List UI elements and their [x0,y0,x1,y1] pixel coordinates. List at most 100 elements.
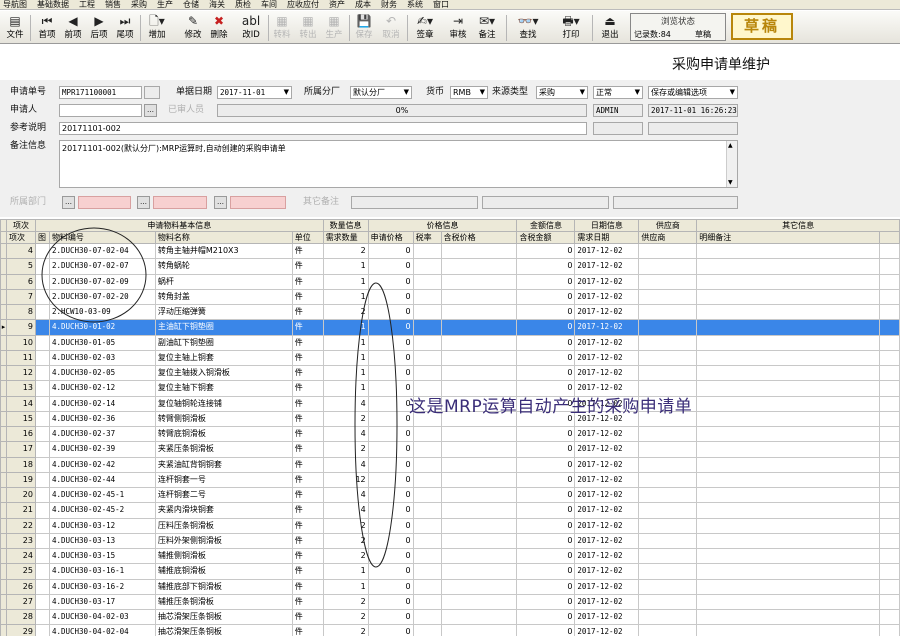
cell-image[interactable] [34,364,50,382]
cell-tax-price[interactable] [440,563,518,580]
table-row[interactable]: 12 4.DUCH30-02-05 复位主轴拨入铜滑板件 1 0 0 2017-12-02 [0,364,900,382]
cell-tax[interactable] [412,532,442,550]
cell-blank[interactable] [878,441,900,458]
cell-supplier[interactable] [638,258,698,275]
cell-material-code[interactable]: 4.DUCH30-02-42 [48,456,156,473]
table-row[interactable]: 22 4.DUCH30-03-12 压料压条铜滑板件 2 0 0 2017-12-02 [0,517,900,534]
cell-image[interactable] [34,578,50,595]
cell-unit[interactable]: 件 [291,502,324,519]
dept-picker-button-3[interactable]: … [214,196,227,209]
cell-qty[interactable]: 2 [322,517,369,534]
cell-date[interactable]: 2017-12-02 [574,532,640,550]
cell-date[interactable]: 2017-12-02 [574,578,640,595]
cell-unit[interactable]: 件 [291,456,324,473]
cell-supplier[interactable] [638,334,698,351]
cell-date[interactable]: 2017-12-02 [574,547,640,565]
cell-price[interactable]: 0 [367,578,414,595]
file-button[interactable]: ▤ 文件 [2,13,28,43]
other-field-2[interactable] [482,196,609,209]
cell-tax-price[interactable] [440,608,518,626]
cell-unit[interactable]: 件 [291,486,324,504]
cell-image[interactable] [34,547,50,565]
cell-blank[interactable] [878,242,900,260]
cell-price[interactable]: 0 [367,471,414,489]
col-header-date[interactable]: 需求日期 [574,231,640,244]
cell-amount[interactable]: 0 [516,334,576,351]
menu-item[interactable]: 仓储 [180,0,206,9]
remark-textarea[interactable]: 20171101-002(默认分厂):MRP运算时,自动创建的采购申请单 ▲ ▼ [59,140,738,188]
cell-date[interactable]: 2017-12-02 [574,334,640,351]
cell-tax[interactable] [412,486,442,504]
cell-unit[interactable]: 件 [291,578,324,595]
cell-blank[interactable] [878,334,900,351]
table-row[interactable]: 24 4.DUCH30-03-15 辅推侧铜滑板件 2 0 0 2017-12-02 [0,547,900,565]
table-row[interactable]: 23 4.DUCH30-03-13 压料外架侧铜滑板件 2 0 0 2017-12-02 [0,532,900,550]
menu-item[interactable]: 窗口 [430,0,456,9]
last-button[interactable]: ⏭ 尾项 [112,13,138,43]
cancel-button[interactable]: ↶ 取消 [378,13,404,43]
cell-item-no[interactable]: 24 [5,547,36,565]
cell-material-name[interactable]: 夹紧内滑块铜套 [154,502,293,519]
cell-date[interactable]: 2017-12-02 [574,593,640,611]
dept-field-3[interactable] [230,196,286,209]
cell-image[interactable] [34,410,50,428]
cell-qty[interactable]: 1 [322,563,369,580]
cell-amount[interactable]: 0 [516,593,576,611]
cell-remark[interactable] [696,593,880,611]
menu-item[interactable]: 导航图 [0,0,34,9]
cell-tax[interactable] [412,563,442,580]
cell-qty[interactable]: 2 [322,593,369,611]
cell-qty[interactable]: 2 [322,608,369,626]
cell-remark[interactable] [696,624,880,636]
cell-material-code[interactable]: 4.DUCH30-02-03 [48,349,156,367]
cell-blank[interactable] [878,303,900,321]
cell-price[interactable]: 0 [367,593,414,611]
cell-tax-price[interactable] [440,319,518,336]
cell-qty[interactable]: 4 [322,502,369,519]
cell-tax-price[interactable] [440,532,518,550]
cell-blank[interactable] [878,319,900,336]
menu-item[interactable]: 车间 [258,0,284,9]
cell-price[interactable]: 0 [367,242,414,260]
cell-tax[interactable] [412,502,442,519]
cell-supplier[interactable] [638,563,698,580]
cell-remark[interactable] [696,349,880,367]
cell-tax-price[interactable] [440,273,518,290]
table-row[interactable]: 6 2.DUCH30-07-02-09 蜗杆件 1 0 0 2017-12-02 [0,273,900,290]
cell-price[interactable]: 0 [367,364,414,382]
cell-material-name[interactable]: 转臂侧铜滑板 [154,410,293,428]
cell-price[interactable]: 0 [367,608,414,626]
cell-price[interactable]: 0 [367,395,414,412]
table-row[interactable]: 17 4.DUCH30-02-39 夹紧压条铜滑板件 2 0 0 2017-12-02 [0,441,900,458]
cell-material-code[interactable]: 2.DUCH30-07-02-09 [48,273,156,290]
source-type-select[interactable]: 采购 ▼ [536,86,588,99]
cell-supplier[interactable] [638,425,698,443]
cell-tax[interactable] [412,425,442,443]
cell-material-code[interactable]: 4.DUCH30-02-12 [48,380,156,397]
exit-button[interactable]: ⏏ 退出 [597,13,623,43]
cell-material-code[interactable]: 4.DUCH30-02-39 [48,441,156,458]
cell-remark[interactable] [696,486,880,504]
cell-qty[interactable]: 12 [322,471,369,489]
cell-amount[interactable]: 0 [516,319,576,336]
cell-qty[interactable]: 4 [322,456,369,473]
cell-image[interactable] [34,517,50,534]
cell-blank[interactable] [878,471,900,489]
cell-tax[interactable] [412,319,442,336]
cell-qty[interactable]: 4 [322,395,369,412]
cell-date[interactable]: 2017-12-02 [574,441,640,458]
cell-supplier[interactable] [638,532,698,550]
cell-qty[interactable]: 2 [322,441,369,458]
produce-button[interactable]: ▦ 生产 [322,13,346,43]
cell-image[interactable] [34,258,50,275]
req-date-field[interactable]: 2017-11-01 ▼ [217,86,292,99]
cell-supplier[interactable] [638,303,698,321]
cell-tax[interactable] [412,364,442,382]
cell-material-code[interactable]: 4.DUCH30-03-13 [48,532,156,550]
change-id-button[interactable]: abl 改ID [237,13,265,43]
req-no-field[interactable]: MPR171100001 [59,86,142,99]
cell-blank[interactable] [878,624,900,636]
cell-date[interactable]: 2017-12-02 [574,288,640,306]
menu-item[interactable]: 海关 [206,0,232,9]
cell-price[interactable]: 0 [367,273,414,290]
